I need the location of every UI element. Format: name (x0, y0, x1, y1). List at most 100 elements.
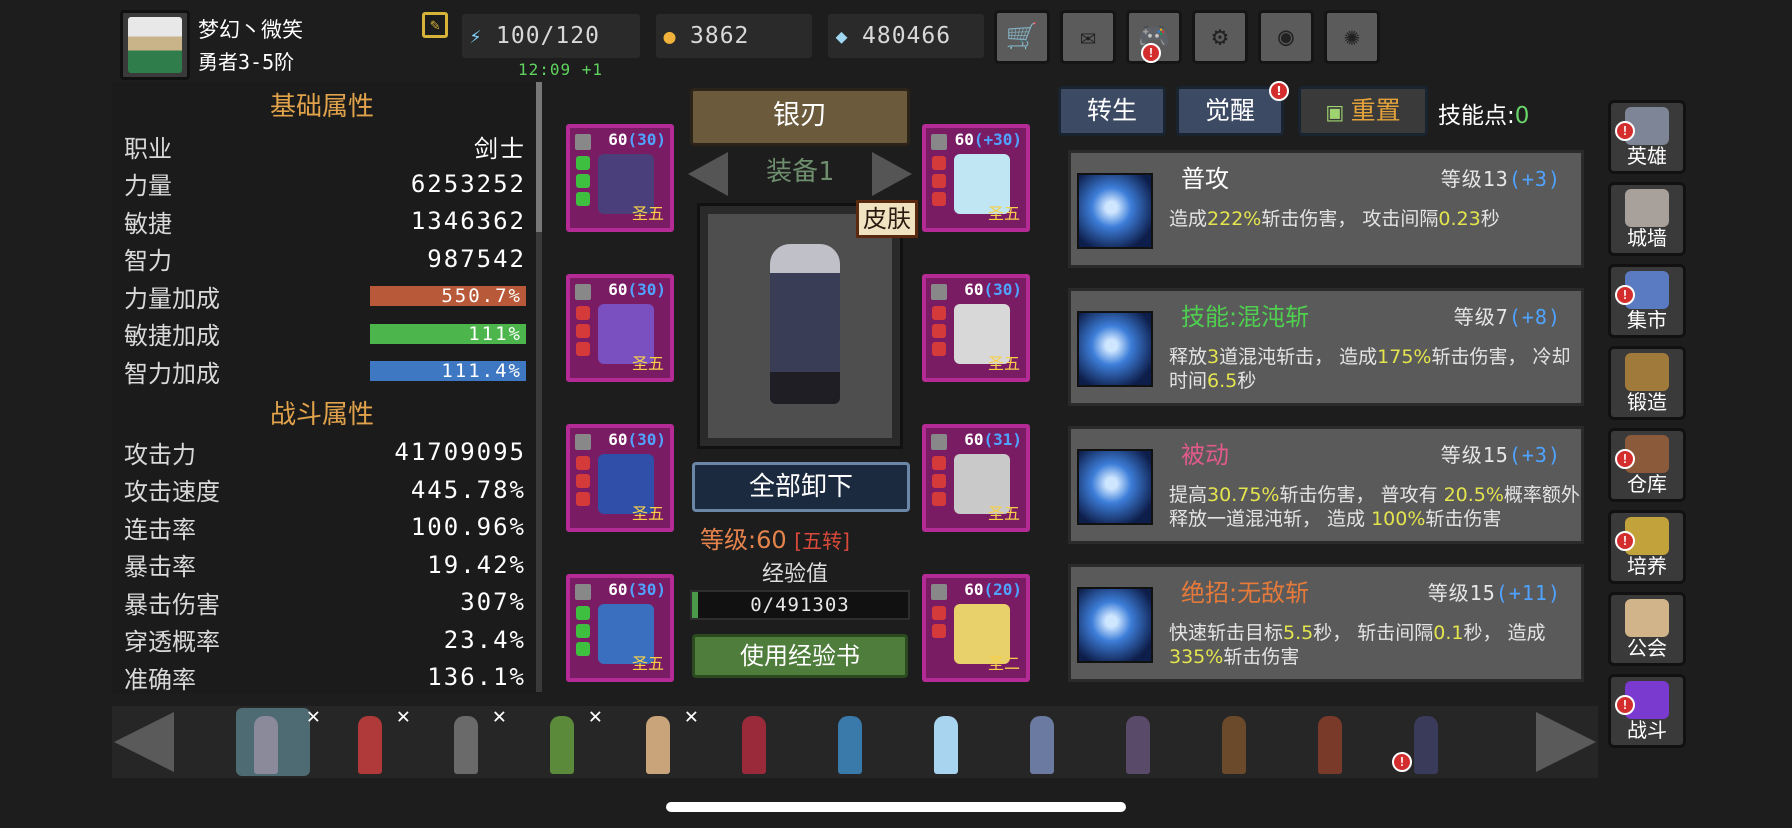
attribute-row: 职业 剑士 (124, 128, 526, 164)
unequip-all-button[interactable]: 全部卸下 (692, 462, 910, 512)
fireworks-button[interactable]: ✺ (1324, 10, 1380, 64)
gamepad-button[interactable]: 🎮! (1126, 10, 1182, 64)
skill-text: 秒， 造成 (1463, 622, 1546, 644)
equipment-slot[interactable]: 60(31) 圣五 (922, 424, 1030, 532)
equipment-slot[interactable]: 60(30) 圣五 (566, 574, 674, 682)
roster-hero[interactable] (916, 708, 976, 776)
attribute-value: 剑士 (474, 134, 526, 163)
remove-hero-icon[interactable]: ✕ (685, 704, 698, 729)
roster-hero[interactable]: ✕ (532, 704, 602, 776)
gem-icon (932, 192, 946, 206)
hero-sprite (254, 716, 278, 774)
scroll-thumb[interactable] (536, 82, 542, 232)
skin-button[interactable]: 皮肤 (856, 200, 918, 238)
equipment-slot[interactable]: 60(30) 圣五 (566, 124, 674, 232)
bonus-row: 敏捷加成 111% (124, 316, 526, 352)
roster-hero[interactable]: ! (1392, 708, 1456, 776)
equipment-slot[interactable]: 60(30) 圣五 (566, 424, 674, 532)
roster-hero[interactable]: ✕ (236, 704, 320, 776)
use-exp-book-button[interactable]: 使用经验书 (692, 634, 908, 678)
roster-hero[interactable] (1300, 708, 1360, 776)
roster-hero[interactable] (1012, 708, 1072, 776)
player-avatar[interactable] (120, 10, 190, 80)
gem-icon (932, 306, 946, 320)
roster-hero[interactable] (724, 708, 784, 776)
nav-label: 战斗 (1627, 718, 1667, 742)
roster-hero[interactable] (1108, 708, 1168, 776)
nav-label: 公会 (1627, 636, 1667, 660)
skill-card[interactable]: 被动 等级15(+3) 提高30.75%斩击伤害， 普攻有 20.5%概率额外释放一… (1068, 426, 1584, 544)
nav-wall[interactable]: 城墙 (1608, 182, 1686, 256)
nav-anvil[interactable]: 锻造 (1608, 346, 1686, 420)
gem-icon (932, 342, 946, 356)
attribute-row: 敏捷 1346362 (124, 203, 526, 239)
nav-portal[interactable]: 战斗! (1608, 674, 1686, 748)
skill-number: 335% (1169, 646, 1224, 668)
nav-label: 仓库 (1627, 472, 1667, 496)
roster-hero[interactable]: ✕ (628, 704, 698, 776)
equipment-slot[interactable]: 60(30) 圣五 (922, 274, 1030, 382)
color-wheel-button[interactable]: ◉ (1258, 10, 1314, 64)
bonus-row: 力量加成 550.7% (124, 278, 526, 314)
nav-guild[interactable]: 公会 (1608, 592, 1686, 666)
gold-counter[interactable]: ● 3862 (656, 14, 812, 58)
nav-market[interactable]: 集市! (1608, 264, 1686, 338)
slot-level-bonus: (30) (627, 430, 666, 449)
equipment-slot[interactable]: 60(30) 圣五 (566, 274, 674, 382)
combat-value: 445.78% (410, 475, 526, 504)
remove-hero-icon[interactable]: ✕ (589, 704, 602, 729)
skill-card[interactable]: 绝招:无敌斩 等级15(+11) 快速斩击目标5.5秒， 斩击间隔0.1秒， 造成 3… (1068, 564, 1584, 682)
skill-description: 造成222%斩击伤害， 攻击间隔0.23秒 (1169, 207, 1589, 231)
remove-hero-icon[interactable]: ✕ (397, 704, 410, 729)
hero-sprite (358, 716, 382, 774)
hero-sprite (742, 716, 766, 774)
skill-card[interactable]: 普攻 等级13(+3) 造成222%斩击伤害， 攻击间隔0.23秒 (1068, 150, 1584, 268)
gem-icon (576, 192, 590, 206)
hero-sprite (770, 244, 840, 404)
skill-card[interactable]: 技能:混沌斩 等级7(+8) 释放3道混沌斩击， 造成175%斩击伤害， 冷却时间6… (1068, 288, 1584, 406)
roster-prev-arrow[interactable] (114, 712, 174, 772)
combat-row: 暴击率 19.42% (124, 547, 526, 583)
rebirth-button[interactable]: 转生 (1058, 86, 1166, 136)
edit-name-icon[interactable]: ✎ (422, 12, 448, 38)
video-icon: ▣ (1325, 100, 1351, 124)
nav-chest[interactable]: 仓库! (1608, 428, 1686, 502)
gear-button[interactable]: ⚙ (1192, 10, 1248, 64)
combat-row: 攻击速度 445.78% (124, 472, 526, 508)
lock-icon (575, 584, 591, 600)
slot-level-value: 60 (608, 430, 628, 449)
attribute-scrollbar[interactable] (536, 82, 542, 692)
mail-button[interactable]: ✉ (1060, 10, 1116, 64)
roster-hero[interactable]: ✕ (340, 704, 410, 776)
lock-icon (931, 284, 947, 300)
bonus-label: 力量加成 (124, 284, 220, 313)
nav-helmet[interactable]: 英雄! (1608, 100, 1686, 174)
gem-icon (576, 492, 590, 506)
cart-button[interactable]: 🛒 (994, 10, 1050, 64)
energy-counter[interactable]: ⚡ 100/120 (462, 14, 640, 58)
remove-hero-icon[interactable]: ✕ (307, 704, 320, 729)
color-wheel-icon: ◉ (1278, 22, 1294, 52)
next-set-arrow[interactable] (872, 152, 912, 196)
equipment-slot[interactable]: 60(20) 圣二 (922, 574, 1030, 682)
roster-hero[interactable] (820, 708, 880, 776)
skill-level-bonus: (+3) (1508, 167, 1561, 191)
nav-chalice[interactable]: 培养! (1608, 510, 1686, 584)
combat-label: 准确率 (124, 665, 196, 694)
diamond-counter[interactable]: ◆ 480466 (828, 14, 984, 58)
roster-hero[interactable] (1204, 708, 1264, 776)
skill-number: 30.75% (1207, 484, 1280, 506)
remove-hero-icon[interactable]: ✕ (493, 704, 506, 729)
hero-sprite (1222, 716, 1246, 774)
awaken-button[interactable]: 觉醒! (1176, 81, 1289, 136)
slot-level-bonus: (30) (983, 280, 1022, 299)
reset-skills-button[interactable]: ▣ 重置 (1298, 86, 1428, 136)
combat-label: 攻击速度 (124, 478, 220, 506)
skill-icon (1077, 449, 1153, 525)
attribute-label: 敏捷 (124, 209, 172, 238)
roster-next-arrow[interactable] (1536, 712, 1596, 772)
home-indicator[interactable] (666, 802, 1126, 812)
combat-value: 23.4% (443, 625, 526, 654)
roster-hero[interactable]: ✕ (436, 704, 506, 776)
equipment-slot[interactable]: 60(+30) 圣五 (922, 124, 1030, 232)
